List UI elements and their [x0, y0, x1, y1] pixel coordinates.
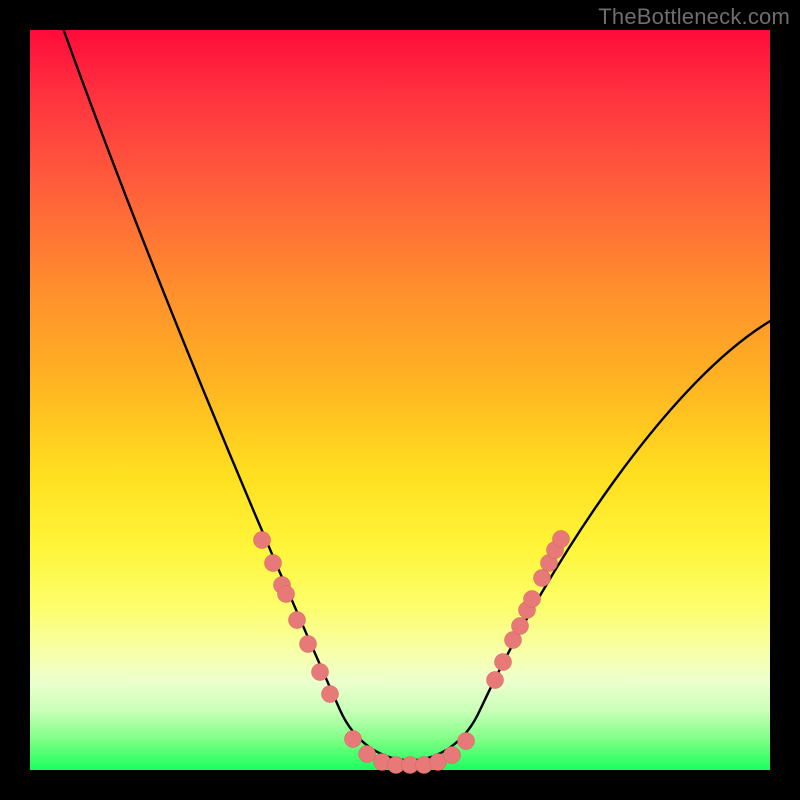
- data-marker: [553, 531, 570, 548]
- plot-area: [30, 30, 770, 770]
- data-marker: [312, 664, 329, 681]
- data-marker: [359, 746, 376, 763]
- data-marker: [345, 731, 362, 748]
- data-marker: [534, 570, 551, 587]
- data-marker: [458, 733, 475, 750]
- data-marker: [300, 636, 317, 653]
- markers-bottom-cluster: [345, 731, 475, 774]
- data-marker: [495, 654, 512, 671]
- data-marker: [254, 532, 271, 549]
- data-marker: [444, 747, 461, 764]
- data-marker: [265, 555, 282, 572]
- chart-svg: [30, 30, 770, 770]
- data-marker: [512, 618, 529, 635]
- data-marker: [278, 586, 295, 603]
- watermark-text: TheBottleneck.com: [598, 4, 790, 30]
- markers-left-branch: [254, 532, 339, 703]
- markers-right-branch: [487, 531, 570, 689]
- data-marker: [487, 672, 504, 689]
- data-marker: [289, 612, 306, 629]
- data-marker: [322, 686, 339, 703]
- bottleneck-curve: [60, 20, 772, 760]
- chart-frame: TheBottleneck.com: [0, 0, 800, 800]
- data-marker: [524, 591, 541, 608]
